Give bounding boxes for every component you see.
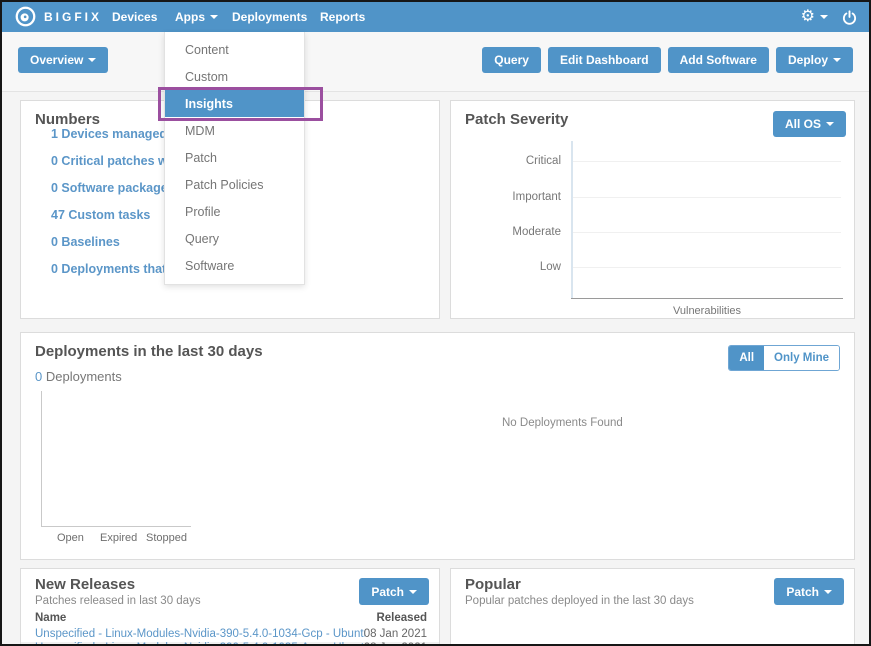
- table-row: Unspecified - Linux-Modules-Nvidia-390-5…: [21, 642, 439, 644]
- deployments-title: Deployments in the last 30 days: [35, 343, 263, 360]
- gridline: [573, 161, 841, 162]
- numbers-title: Numbers: [35, 111, 101, 128]
- y-axis-line: [41, 391, 42, 527]
- severity-tick-moderate: Moderate: [512, 226, 561, 238]
- popular-patch-button[interactable]: Patch: [774, 578, 844, 605]
- edit-dashboard-button[interactable]: Edit Dashboard: [547, 47, 661, 73]
- deploy-button[interactable]: Deploy: [775, 47, 853, 73]
- navbar-right-controls: ⚙: [801, 2, 857, 32]
- release-date: 08 Jan 2021: [363, 628, 427, 640]
- bigfix-dashboard: BIGFIX Devices Apps Deployments Reports …: [0, 0, 871, 646]
- menu-item-custom[interactable]: Custom: [165, 63, 304, 90]
- custom-tasks-link[interactable]: 47 Custom tasks: [51, 208, 150, 222]
- severity-tick-critical: Critical: [525, 155, 561, 167]
- popular-panel: Popular Popular patches deployed in the …: [450, 568, 855, 644]
- menu-item-profile[interactable]: Profile: [165, 198, 304, 225]
- new-releases-subtitle: Patches released in last 30 days: [35, 595, 201, 607]
- x-axis-line: [41, 526, 191, 527]
- new-releases-patch-button[interactable]: Patch: [359, 578, 429, 605]
- x-axis-label: Vulnerabilities: [672, 305, 742, 317]
- tick-stopped: Stopped: [146, 532, 187, 544]
- patch-link[interactable]: Unspecified - Linux-Modules-Nvidia-390-5…: [35, 628, 365, 640]
- new-releases-panel: New Releases Patches released in last 30…: [20, 568, 440, 644]
- deployments-scope-toggle: All Only Mine: [728, 345, 840, 371]
- patch-link[interactable]: Unspecified - Linux-Modules-Nvidia-390-5…: [35, 642, 365, 644]
- query-button[interactable]: Query: [482, 47, 541, 73]
- menu-item-software[interactable]: Software: [165, 252, 304, 279]
- toggle-all[interactable]: All: [729, 346, 765, 370]
- gridline: [573, 232, 841, 233]
- menu-item-insights[interactable]: Insights: [165, 90, 304, 117]
- settings-gear-icon[interactable]: ⚙: [801, 9, 828, 25]
- toolbar-actions: Query Edit Dashboard Add Software Deploy: [482, 47, 853, 73]
- tick-open: Open: [57, 532, 84, 544]
- apps-dropdown-menu: Content Custom Insights MDM Patch Patch …: [164, 32, 305, 285]
- caret-down-icon: [826, 122, 834, 126]
- x-axis-line: [571, 298, 843, 299]
- nav-item-reports[interactable]: Reports: [320, 2, 365, 32]
- all-os-filter-button[interactable]: All OS: [772, 111, 846, 137]
- software-packages-link[interactable]: 0 Software packages: [51, 181, 175, 195]
- deployments-count: 0 Deployments: [35, 369, 122, 384]
- deployments-link[interactable]: 0 Deployments that: [51, 262, 166, 276]
- patch-severity-panel: Patch Severity All OS Critical Important…: [450, 100, 855, 319]
- deployments-panel: Deployments in the last 30 days 0 Deploy…: [20, 332, 855, 560]
- caret-down-icon: [88, 58, 97, 62]
- critical-patches-link[interactable]: 0 Critical patches wi: [51, 154, 171, 168]
- menu-item-content[interactable]: Content: [165, 36, 304, 63]
- column-released: Released: [376, 612, 427, 624]
- column-name: Name: [35, 612, 67, 624]
- nav-item-apps[interactable]: Apps: [175, 2, 218, 32]
- caret-down-icon: [833, 58, 841, 62]
- toggle-only-mine[interactable]: Only Mine: [764, 346, 839, 370]
- menu-item-patch-policies[interactable]: Patch Policies: [165, 171, 304, 198]
- brand-name: BIGFIX: [44, 9, 103, 24]
- deployments-count-number[interactable]: 0: [35, 369, 42, 384]
- devices-managed-link[interactable]: 1 Devices managed: [51, 127, 167, 141]
- new-releases-title: New Releases: [35, 576, 136, 593]
- caret-down-icon: [210, 15, 218, 19]
- tick-expired: Expired: [100, 532, 138, 544]
- no-deployments-message: No Deployments Found: [502, 417, 623, 429]
- release-date: 08 Jan 2021: [364, 642, 427, 644]
- menu-item-mdm[interactable]: MDM: [165, 117, 304, 144]
- nav-item-devices[interactable]: Devices: [112, 2, 157, 32]
- popular-title: Popular: [465, 576, 521, 593]
- bigfix-logo-icon: [15, 6, 36, 27]
- menu-item-query[interactable]: Query: [165, 225, 304, 252]
- gridline: [573, 267, 841, 268]
- table-row: Unspecified - Linux-Modules-Nvidia-390-5…: [21, 628, 439, 642]
- nav-item-deployments[interactable]: Deployments: [232, 2, 307, 32]
- baselines-link[interactable]: 0 Baselines: [51, 235, 120, 249]
- menu-item-patch[interactable]: Patch: [165, 144, 304, 171]
- gridline: [573, 197, 841, 198]
- severity-tick-low: Low: [539, 261, 561, 273]
- logout-power-icon[interactable]: [842, 9, 857, 25]
- caret-down-icon: [824, 589, 832, 594]
- dashboard-toolbar: Overview Query Edit Dashboard Add Softwa…: [2, 32, 869, 92]
- popular-subtitle: Popular patches deployed in the last 30 …: [465, 595, 694, 607]
- bigfix-logo[interactable]: BIGFIX: [15, 6, 102, 27]
- overview-button[interactable]: Overview: [18, 47, 109, 73]
- top-navbar: BIGFIX Devices Apps Deployments Reports …: [2, 2, 869, 32]
- severity-tick-important: Important: [512, 191, 561, 203]
- table-header: Name Released: [21, 612, 439, 627]
- y-axis-line: [571, 141, 573, 299]
- add-software-button[interactable]: Add Software: [667, 47, 769, 73]
- caret-down-icon: [820, 15, 828, 19]
- caret-down-icon: [409, 589, 417, 594]
- patch-severity-title: Patch Severity: [465, 111, 569, 128]
